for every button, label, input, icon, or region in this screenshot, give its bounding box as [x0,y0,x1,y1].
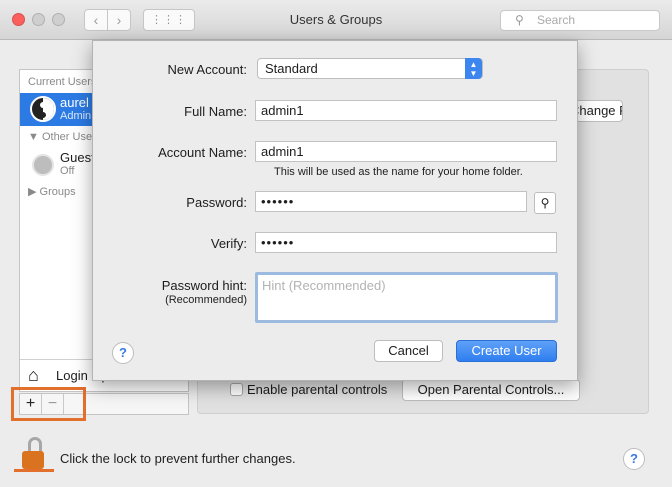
disclosure-open-icon: ▼ [28,131,39,143]
users-groups-window: ‹ › ⋮⋮⋮ Users & Groups ⚲ Search Change P… [0,0,672,487]
new-account-sheet: New Account: Standard ▲ ▼ Full Name: admi… [92,40,578,381]
guest-name: Guest [60,150,95,165]
password-field[interactable]: •••••• [255,191,527,212]
verify-label: Verify: [210,236,247,251]
account-name-label: Account Name: [158,145,247,160]
sidebar-item-groups[interactable]: ▶ Groups [28,185,76,198]
account-type-popup[interactable]: Standard ▲ ▼ [257,58,483,79]
house-icon: ⌂ [28,365,39,385]
lock-text: Click the lock to prevent further change… [60,451,296,466]
key-icon: ⚲ [540,196,550,210]
account-name-note: This will be used as the name for your h… [274,166,523,178]
verify-field[interactable]: •••••• [255,232,557,253]
guest-avatar [32,154,54,176]
search-icon: ⚲ [515,13,524,27]
account-type-value: Standard [265,61,318,76]
other-users-header[interactable]: ▼ Other Users [28,131,101,143]
title-bar: ‹ › ⋮⋮⋮ Users & Groups ⚲ Search [0,0,672,40]
user-role: Admin [60,110,92,122]
full-name-field[interactable]: admin1 [255,100,557,121]
sheet-help-button[interactable]: ? [112,342,134,364]
open-parental-controls-button[interactable]: Open Parental Controls... [402,379,580,401]
parental-controls-checkbox[interactable] [230,383,243,396]
user-name: aurel [60,95,89,110]
password-hint-label: Password hint: [161,278,247,293]
current-users-header: Current Users [28,76,97,88]
groups-label: Groups [39,186,76,198]
help-button[interactable]: ? [623,448,645,470]
disclosure-closed-icon: ▶ [28,186,37,198]
password-hint-field[interactable]: Hint (Recommended) [255,272,558,323]
full-name-label: Full Name: [184,104,247,119]
avatar [30,96,56,122]
cancel-button[interactable]: Cancel [374,340,443,362]
password-hint-sublabel: (Recommended) [165,294,247,306]
search-input[interactable]: ⚲ Search [500,10,660,31]
guest-status: Off [60,165,75,177]
password-label: Password: [186,195,247,210]
parental-controls-label: Enable parental controls [247,382,388,397]
add-button-highlight [11,387,86,421]
account-name-field[interactable]: admin1 [255,141,557,162]
search-placeholder: Search [537,13,576,27]
lock-highlight [14,452,54,472]
create-user-button[interactable]: Create User [456,340,557,362]
password-assistant-button[interactable]: ⚲ [534,192,556,214]
new-account-label: New Account: [167,62,248,77]
popup-arrows-icon: ▲ ▼ [465,58,482,79]
